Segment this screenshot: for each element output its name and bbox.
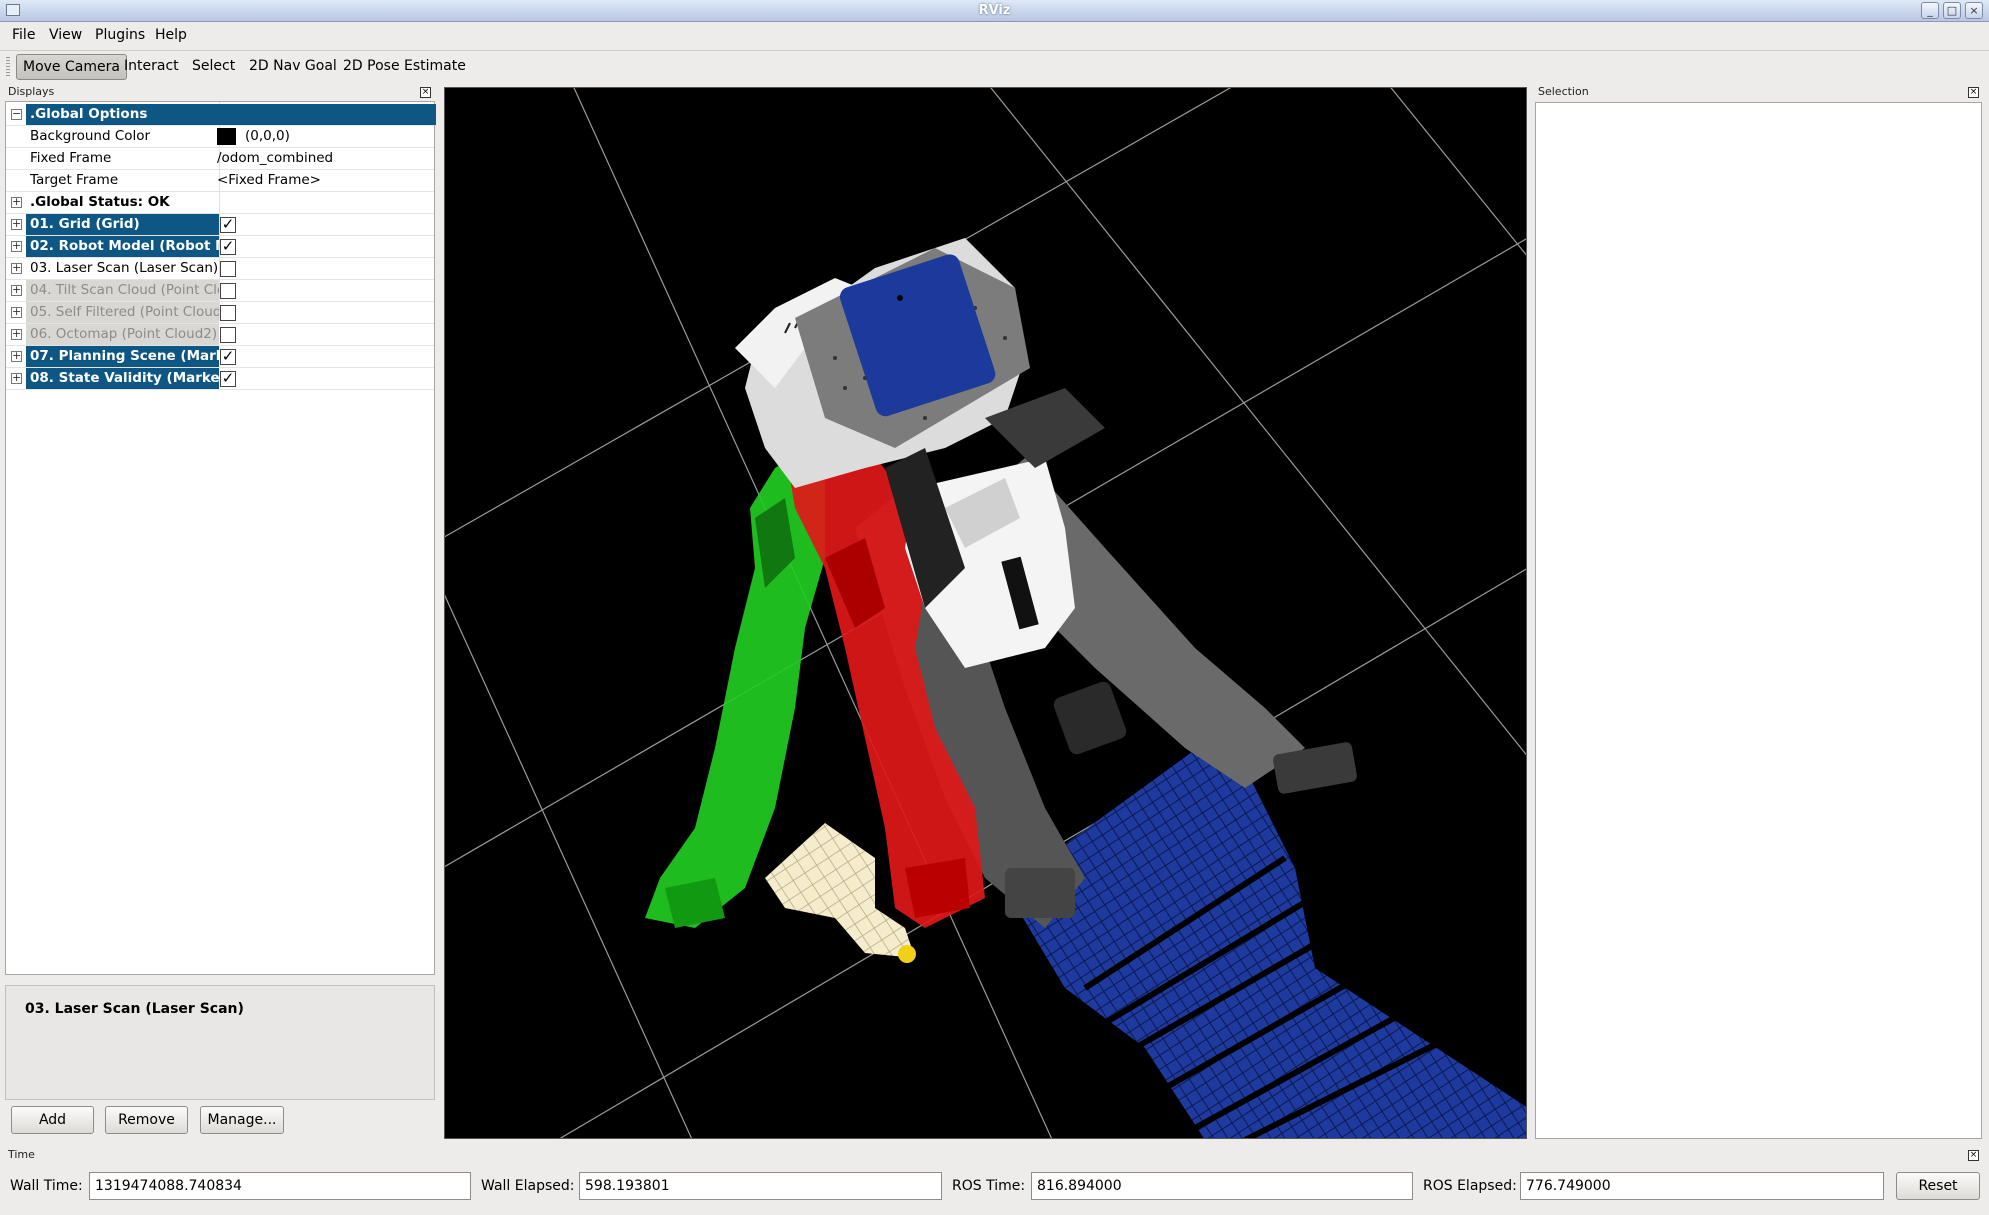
wall-elapsed-label: Wall Elapsed: bbox=[481, 1178, 575, 1194]
close-icon[interactable]: × bbox=[1965, 2, 1983, 19]
selection-panel-title: Selection bbox=[1538, 85, 1589, 98]
wall-elapsed-field[interactable]: 598.193801 bbox=[579, 1172, 942, 1200]
background-color-value[interactable]: (0,0,0) bbox=[217, 126, 290, 147]
ros-elapsed-field[interactable]: 776.749000 bbox=[1520, 1172, 1884, 1200]
global-options-label: .Global Options bbox=[26, 104, 436, 125]
displays-panel-title: Displays bbox=[8, 85, 55, 98]
time-close-icon[interactable]: × bbox=[1968, 1150, 1979, 1161]
tree-row-global-status[interactable]: + .Global Status: OK bbox=[6, 192, 434, 214]
expand-icon[interactable]: + bbox=[11, 218, 22, 230]
expand-icon[interactable]: + bbox=[11, 262, 22, 274]
collapse-icon[interactable]: − bbox=[11, 108, 22, 120]
maximize-icon[interactable]: □ bbox=[1943, 2, 1961, 19]
render-viewport[interactable] bbox=[444, 87, 1527, 1139]
ros-elapsed-label: ROS Elapsed: bbox=[1423, 1178, 1517, 1194]
expand-icon[interactable]: + bbox=[11, 284, 22, 296]
menu-plugins[interactable]: Plugins bbox=[95, 27, 145, 43]
manage-button[interactable]: Manage... bbox=[200, 1106, 284, 1134]
display-label: 07. Planning Scene (Marker) bbox=[26, 346, 219, 367]
expand-icon[interactable]: + bbox=[11, 350, 22, 362]
reset-button[interactable]: Reset bbox=[1896, 1172, 1980, 1200]
interact-tool[interactable]: Interact bbox=[118, 54, 185, 80]
display-label: 01. Grid (Grid) bbox=[26, 214, 219, 235]
tree-row-target-frame[interactable]: Target Frame <Fixed Frame> bbox=[6, 170, 434, 192]
display-enabled-checkbox[interactable]: ✓ bbox=[220, 371, 236, 387]
property-name: Target Frame bbox=[30, 172, 119, 188]
select-tool[interactable]: Select bbox=[186, 54, 241, 80]
tree-row-display[interactable]: + 01. Grid (Grid) ✓ bbox=[6, 214, 434, 236]
ros-time-field[interactable]: 816.894000 bbox=[1031, 1172, 1413, 1200]
tree-row-display[interactable]: + 06. Octomap (Point Cloud2) bbox=[6, 324, 434, 346]
global-status-label: .Global Status: OK bbox=[30, 194, 170, 210]
tree-row-display[interactable]: + 03. Laser Scan (Laser Scan) bbox=[6, 258, 434, 280]
expand-icon[interactable]: + bbox=[11, 306, 22, 318]
displays-tree: − .Global Options Background Color (0,0,… bbox=[5, 101, 436, 975]
expand-icon[interactable]: + bbox=[11, 372, 22, 384]
display-enabled-checkbox[interactable]: ✓ bbox=[220, 239, 236, 255]
tree-row-display[interactable]: + 02. Robot Model (Robot Model) ✓ bbox=[6, 236, 434, 258]
nav-goal-tool[interactable]: 2D Nav Goal bbox=[243, 54, 343, 80]
description-title: 03. Laser Scan (Laser Scan) bbox=[25, 1001, 244, 1017]
time-panel-title: Time bbox=[8, 1148, 35, 1161]
display-label: 08. State Validity (Marker) bbox=[26, 368, 219, 389]
scene-3d bbox=[445, 88, 1526, 1138]
tree-row-display[interactable]: + 08. State Validity (Marker) ✓ bbox=[6, 368, 434, 390]
property-value: (0,0,0) bbox=[245, 128, 290, 144]
selection-close-icon[interactable]: × bbox=[1968, 87, 1979, 98]
display-label: 02. Robot Model (Robot Model) bbox=[26, 236, 219, 257]
display-description-panel: 03. Laser Scan (Laser Scan) bbox=[5, 985, 435, 1100]
selection-panel bbox=[1535, 102, 1982, 1139]
tree-row-display[interactable]: + 04. Tilt Scan Cloud (Point Cloud2) bbox=[6, 280, 434, 302]
menu-help[interactable]: Help bbox=[155, 27, 187, 43]
display-enabled-checkbox[interactable] bbox=[220, 283, 236, 299]
remove-button[interactable]: Remove bbox=[105, 1106, 188, 1134]
expand-icon[interactable]: + bbox=[11, 328, 22, 340]
fixed-frame-value[interactable]: /odom_combined bbox=[217, 148, 333, 169]
ros-time-label: ROS Time: bbox=[952, 1178, 1026, 1194]
minimize-icon[interactable]: _ bbox=[1921, 2, 1939, 19]
move-camera-tool[interactable]: Move Camera bbox=[16, 54, 127, 80]
display-enabled-checkbox[interactable] bbox=[220, 261, 236, 277]
display-enabled-checkbox[interactable]: ✓ bbox=[220, 349, 236, 365]
displays-close-icon[interactable]: × bbox=[420, 87, 431, 98]
menu-view[interactable]: View bbox=[49, 27, 82, 43]
window-title-bar: RViz _ □ × bbox=[0, 0, 1989, 22]
menu-bar: File View Plugins Help bbox=[0, 23, 1989, 48]
display-label: 03. Laser Scan (Laser Scan) bbox=[30, 260, 219, 276]
wall-time-field[interactable]: 1319474088.740834 bbox=[89, 1172, 471, 1200]
tree-row-background-color[interactable]: Background Color (0,0,0) bbox=[6, 126, 434, 148]
pose-estimate-tool[interactable]: 2D Pose Estimate bbox=[337, 54, 472, 80]
target-frame-value[interactable]: <Fixed Frame> bbox=[217, 170, 321, 191]
collision-map bbox=[1005, 728, 1526, 1138]
tree-row-global-options[interactable]: − .Global Options bbox=[6, 104, 436, 126]
property-name: Background Color bbox=[30, 128, 151, 144]
expand-icon[interactable]: + bbox=[11, 196, 22, 208]
add-button[interactable]: Add bbox=[11, 1106, 94, 1134]
tool-bar: Move Camera Interact Select 2D Nav Goal … bbox=[0, 50, 1989, 82]
window-title: RViz bbox=[978, 3, 1011, 18]
display-enabled-checkbox[interactable]: ✓ bbox=[220, 217, 236, 233]
wall-time-label: Wall Time: bbox=[10, 1178, 83, 1194]
color-swatch[interactable] bbox=[217, 127, 236, 145]
display-label: 05. Self Filtered (Point Cloud2) bbox=[26, 302, 219, 323]
expand-icon[interactable]: + bbox=[11, 240, 22, 252]
display-label: 06. Octomap (Point Cloud2) bbox=[26, 324, 219, 345]
display-label: 04. Tilt Scan Cloud (Point Cloud2) bbox=[26, 280, 219, 301]
tree-row-fixed-frame[interactable]: Fixed Frame /odom_combined bbox=[6, 148, 434, 170]
menu-file[interactable]: File bbox=[12, 27, 35, 43]
property-name: Fixed Frame bbox=[30, 150, 112, 166]
tree-row-display[interactable]: + 07. Planning Scene (Marker) ✓ bbox=[6, 346, 434, 368]
display-enabled-checkbox[interactable] bbox=[220, 305, 236, 321]
display-enabled-checkbox[interactable] bbox=[220, 327, 236, 343]
tree-row-display[interactable]: + 05. Self Filtered (Point Cloud2) bbox=[6, 302, 434, 324]
toolbar-grip-icon[interactable] bbox=[6, 57, 10, 77]
